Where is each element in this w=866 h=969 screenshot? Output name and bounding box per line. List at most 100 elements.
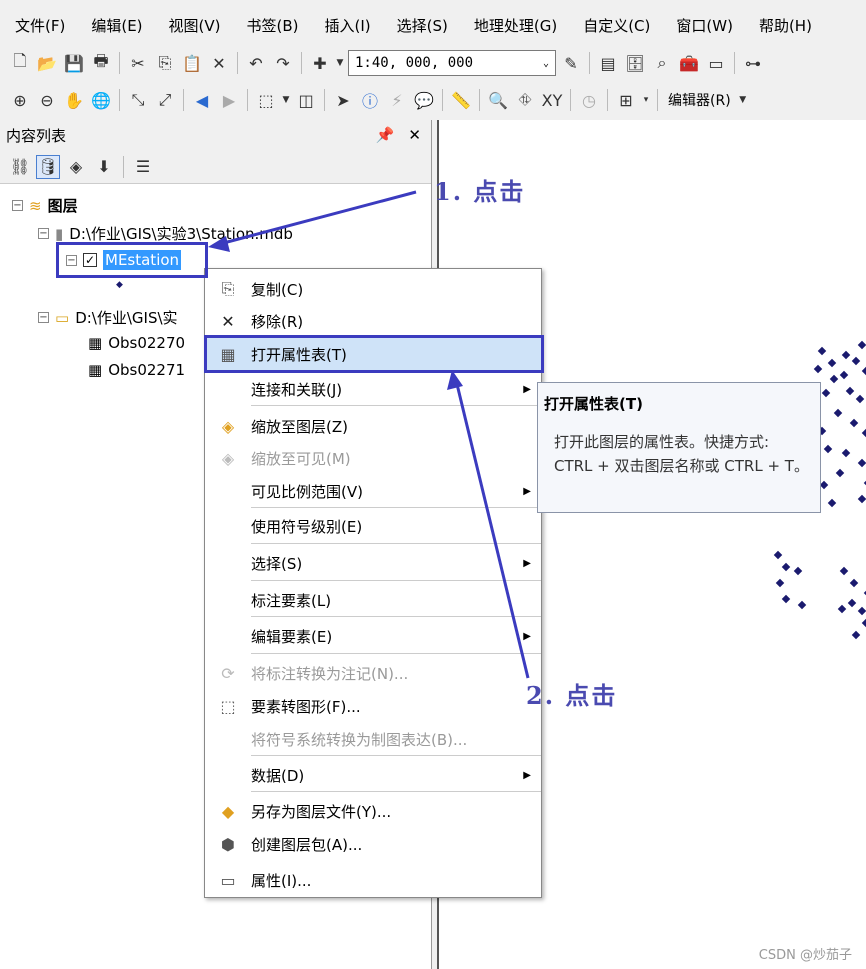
zoom-out-icon[interactable]: ⊖ (35, 88, 59, 112)
select-features-icon[interactable]: ⬚ (254, 88, 278, 112)
context-menu-item[interactable]: 连接和关联(J) ▶ (205, 372, 541, 406)
list-by-visibility-icon[interactable]: ◈ (64, 155, 88, 179)
context-menu-item[interactable]: ✕ 移除(R) (205, 304, 541, 338)
context-menu-item[interactable]: 选择(S) ▶ (205, 546, 541, 580)
back-arrow-icon[interactable]: ◀ (190, 88, 214, 112)
clear-selection-icon[interactable]: ◫ (294, 88, 318, 112)
folder-path: D:\作业\GIS\实 (75, 309, 178, 327)
table-icon: ▦ (88, 361, 103, 379)
menu-separator (251, 507, 541, 508)
map-point (835, 468, 845, 478)
fixed-zoom-out-icon[interactable]: ⤢ (153, 88, 177, 112)
search-window-icon[interactable]: ⌕ (650, 51, 674, 75)
identify-icon[interactable]: ⓘ (358, 88, 382, 112)
menu-item[interactable]: 编辑(E) (76, 15, 153, 36)
menu-item[interactable]: 书签(B) (232, 15, 310, 36)
map-point (819, 480, 829, 490)
options-icon[interactable]: ☰ (131, 155, 155, 179)
menu-item[interactable]: 窗口(W) (661, 15, 744, 36)
menu-separator (251, 755, 541, 756)
editor-toolbar-icon[interactable]: ✎ (559, 51, 583, 75)
chevron-down-icon[interactable]: ▾ (641, 88, 651, 112)
tree-database[interactable]: − ▮ D:\作业\GIS\实验3\Station.mdb (38, 223, 293, 244)
find-icon[interactable]: 🔍 (486, 88, 510, 112)
print-icon[interactable]: 🖶 (89, 51, 113, 75)
toolbar-separator (119, 89, 120, 111)
context-menu-item[interactable]: ▭ 属性(I)... (205, 863, 541, 897)
table-of-contents-icon[interactable]: ▤ (596, 51, 620, 75)
layer-package-icon: ⬢ (221, 834, 235, 854)
convert-labels-icon: ⟳ (221, 663, 235, 683)
context-menu-item[interactable]: 编辑要素(E) ▶ (205, 619, 541, 653)
context-menu-item[interactable]: ⬚ 要素转图形(F)... (205, 689, 541, 723)
list-by-source-icon[interactable]: 🛢 (36, 154, 60, 179)
context-menu-item[interactable]: 数据(D) ▶ (205, 758, 541, 792)
collapse-icon[interactable]: − (12, 200, 23, 211)
collapse-icon[interactable]: − (38, 312, 49, 323)
toolbar-separator (123, 155, 124, 178)
map-scale-select[interactable]: 1:40, 000, 000 ⌄ (348, 50, 556, 76)
new-document-icon[interactable]: 🗋 (8, 51, 32, 75)
delete-icon[interactable]: ✕ (207, 51, 231, 75)
context-menu-item[interactable]: ⬢ 创建图层包(A)... (205, 827, 541, 861)
python-window-icon[interactable]: ▭ (704, 51, 728, 75)
redo-icon[interactable]: ↷ (271, 51, 295, 75)
menu-item[interactable]: 地理处理(G) (459, 15, 568, 36)
editor-menu-button[interactable]: 编辑器(R) (664, 90, 735, 110)
zoom-in-icon[interactable]: ⊕ (8, 88, 32, 112)
list-by-drawing-order-icon[interactable]: ⛓ (8, 155, 32, 179)
map-point (827, 358, 837, 368)
close-icon[interactable]: ✕ (408, 126, 421, 144)
tree-folder[interactable]: − ▭ D:\作业\GIS\实 (38, 307, 178, 328)
map-point (823, 444, 833, 454)
context-menu-item[interactable]: 使用符号级别(E) (205, 509, 541, 543)
go-to-xy-icon[interactable]: XY (540, 88, 564, 112)
paste-icon[interactable]: 📋 (180, 51, 204, 75)
tree-table-2[interactable]: ▦ Obs02271 (88, 361, 185, 379)
arctoolbox-icon[interactable]: 🧰 (677, 51, 701, 75)
cut-icon[interactable]: ✂ (126, 51, 150, 75)
list-by-selection-icon[interactable]: ⬇ (92, 155, 116, 179)
context-menu-item[interactable]: ◆ 另存为图层文件(Y)... (205, 794, 541, 828)
context-menu-item[interactable]: ⎘ 复制(C) (205, 272, 541, 306)
menu-item[interactable]: 选择(S) (382, 15, 459, 36)
catalog-icon[interactable]: 🗄 (623, 51, 647, 75)
context-menu-item[interactable]: 标注要素(L) (205, 583, 541, 617)
collapse-icon[interactable]: − (38, 228, 49, 239)
full-extent-icon[interactable]: 🌐 (89, 88, 113, 112)
context-menu-item[interactable]: ◈ 缩放至图层(Z) (205, 409, 541, 443)
chevron-down-icon[interactable]: ▼ (281, 88, 291, 112)
forward-arrow-icon[interactable]: ▶ (217, 88, 241, 112)
select-elements-icon[interactable]: ➤ (331, 88, 355, 112)
undo-icon[interactable]: ↶ (244, 51, 268, 75)
pan-icon[interactable]: ✋ (62, 88, 86, 112)
add-data-icon[interactable]: ✚ (308, 51, 332, 75)
map-point (847, 598, 857, 608)
open-icon[interactable]: 📂 (35, 51, 59, 75)
map-point (861, 428, 866, 438)
save-icon[interactable]: 💾 (62, 51, 86, 75)
pin-icon[interactable]: 📌 (376, 126, 395, 144)
chevron-down-icon[interactable]: ▼ (335, 51, 345, 75)
menu-item[interactable]: 文件(F) (0, 15, 76, 36)
table-icon: ▦ (88, 334, 103, 352)
toolbar-separator (442, 89, 443, 111)
menu-item[interactable]: 插入(I) (310, 15, 382, 36)
menu-item[interactable]: 帮助(H) (744, 15, 823, 36)
menu-item[interactable]: 自定义(C) (568, 15, 661, 36)
fixed-zoom-in-icon[interactable]: ⤡ (126, 88, 150, 112)
tree-table-1[interactable]: ▦ Obs02270 (88, 334, 185, 352)
find-route-icon[interactable]: ⛗ (513, 88, 537, 112)
time-slider-icon[interactable]: ◷ (577, 88, 601, 112)
map-point (827, 498, 837, 508)
html-popup-icon[interactable]: 💬 (412, 88, 436, 112)
model-builder-icon[interactable]: ⊶ (741, 51, 765, 75)
context-menu-item[interactable]: 可见比例范围(V) ▶ (205, 474, 541, 508)
hyperlink-icon[interactable]: ⚡ (385, 88, 409, 112)
chevron-down-icon[interactable]: ▼ (738, 88, 748, 112)
menu-item[interactable]: 视图(V) (154, 15, 232, 36)
copy-icon[interactable]: ⎘ (153, 51, 177, 75)
measure-icon[interactable]: 📏 (449, 88, 473, 112)
magnifier-icon[interactable]: ⊞ (614, 88, 638, 112)
tree-root-layers[interactable]: − ≋ 图层 (12, 195, 78, 216)
